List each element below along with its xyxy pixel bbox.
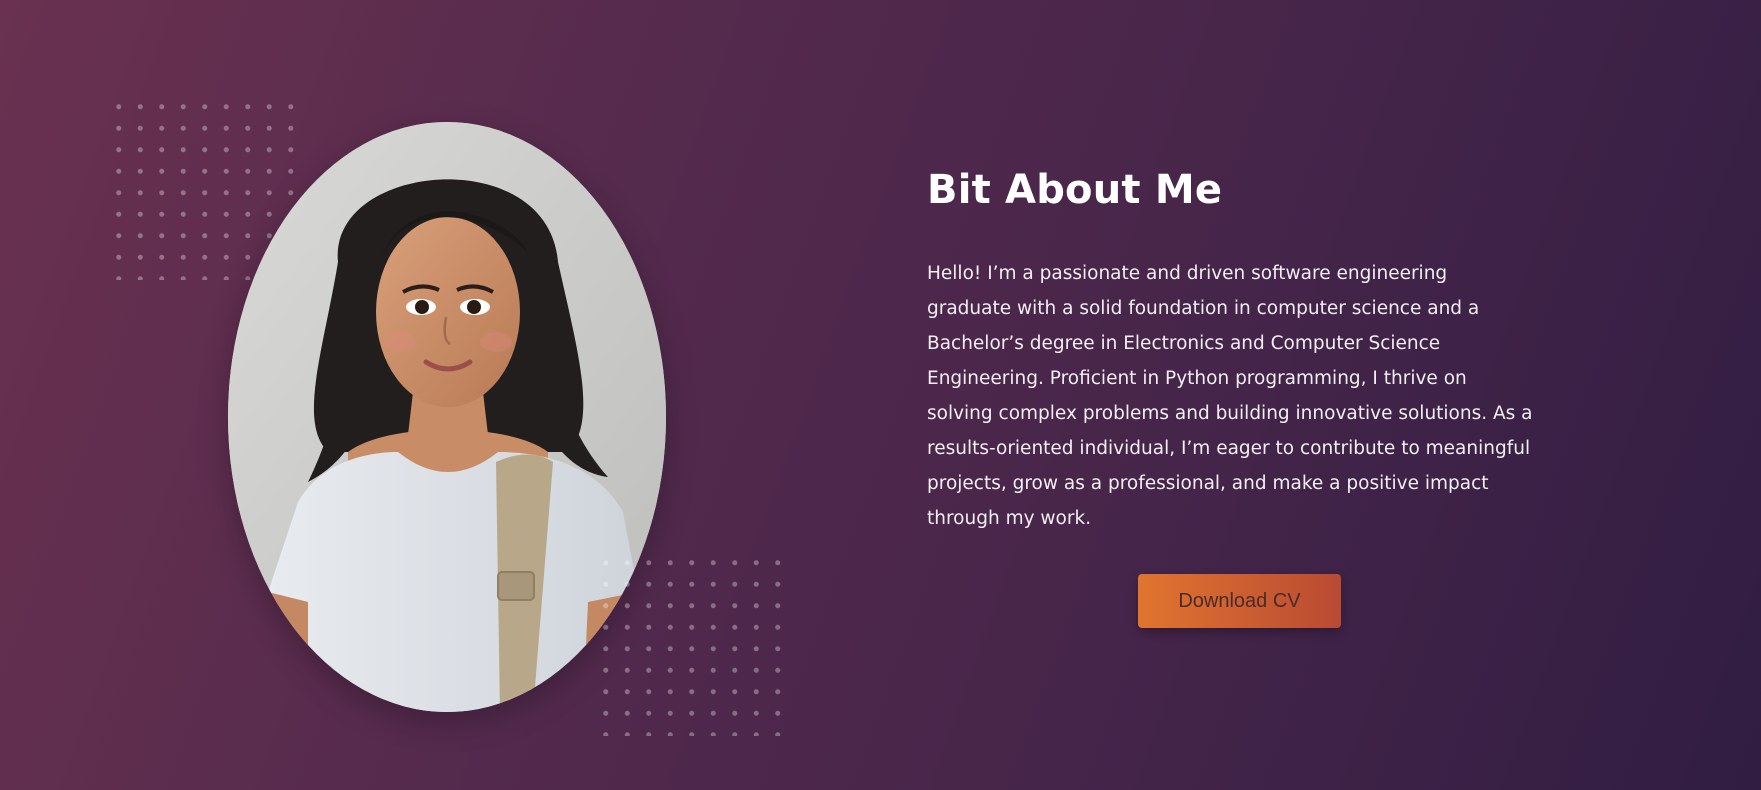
section-title: Bit About Me — [927, 167, 1223, 213]
download-cv-button[interactable]: Download CV — [1138, 574, 1341, 628]
dot-grid-decoration-bottom — [595, 552, 788, 736]
about-content: Bit About Me Hello! I’m a passionate and… — [927, 160, 1547, 536]
bio-paragraph: Hello! I’m a passionate and driven softw… — [927, 263, 1533, 529]
about-section: Bit About Me Hello! I’m a passionate and… — [0, 0, 1761, 790]
